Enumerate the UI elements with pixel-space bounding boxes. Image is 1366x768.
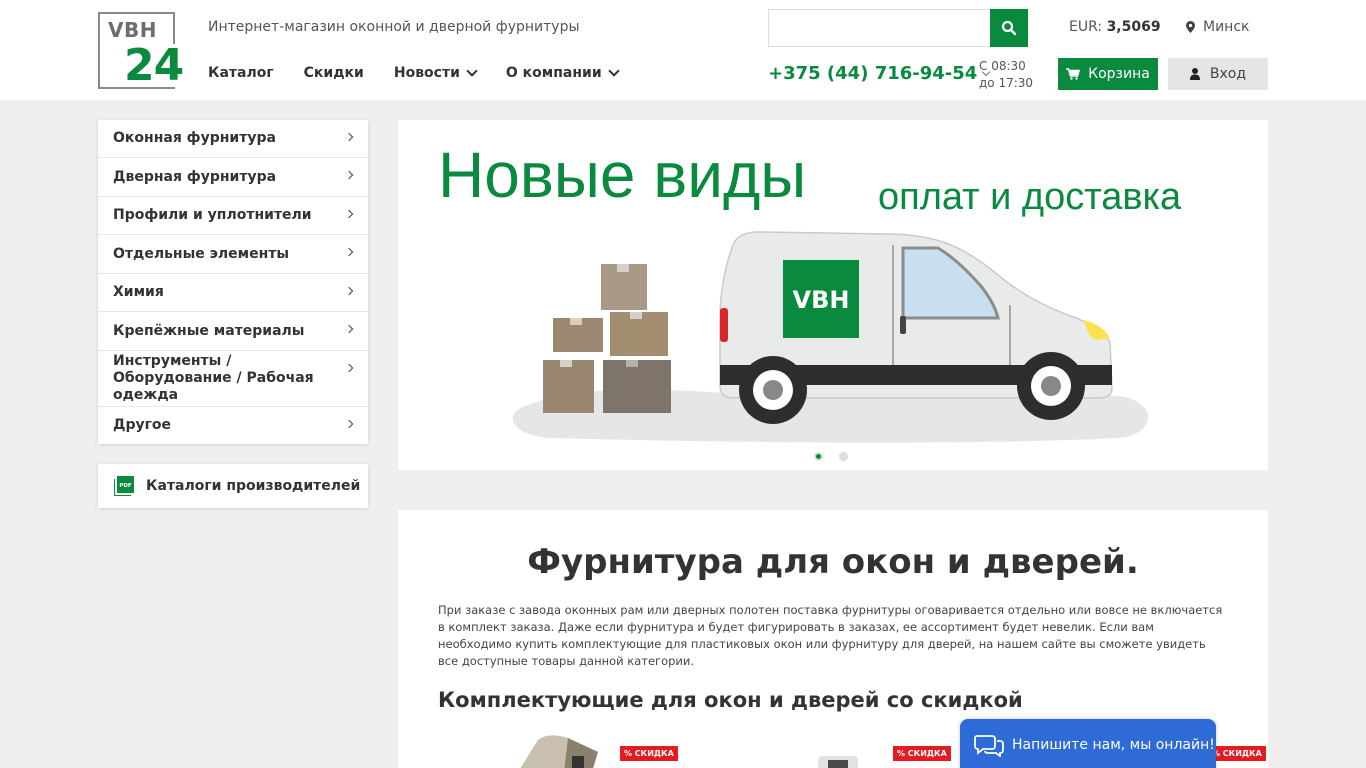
- sidebar-item-label: Отдельные элементы: [113, 245, 290, 262]
- chevron-right-icon: [344, 247, 354, 257]
- currency-value: 3,5069: [1106, 19, 1161, 35]
- chevron-right-icon: [344, 286, 354, 296]
- discount-badge: % СКИДКА: [893, 746, 951, 761]
- sidebar-item-label: Инструменты / Оборудование / Рабочая оде…: [113, 353, 314, 403]
- phone-number[interactable]: +375 (44) 716-94-54: [768, 63, 991, 84]
- discount-badge: % СКИДКА: [1208, 746, 1266, 761]
- sidebar-item-separate-elements[interactable]: Отдельные элементы: [98, 235, 368, 274]
- currency-label: EUR:: [1069, 19, 1103, 35]
- pdf-icon: PDF: [114, 476, 134, 496]
- search-button[interactable]: [990, 9, 1028, 47]
- sidebar-item-door-hardware[interactable]: Дверная фурнитура: [98, 158, 368, 197]
- map-pin-icon: [1186, 21, 1195, 33]
- chevron-right-icon: [344, 363, 354, 373]
- sidebar-item-window-hardware[interactable]: Оконная фурнитура: [98, 120, 368, 158]
- hours-to: до 17:30: [979, 76, 1034, 90]
- search-input[interactable]: [768, 9, 990, 47]
- nav-item-discounts[interactable]: Скидки: [304, 65, 364, 81]
- login-button[interactable]: Вход: [1168, 58, 1268, 90]
- category-sidebar: Оконная фурнитура Дверная фурнитура Проф…: [98, 120, 368, 444]
- chevron-down-icon: [608, 65, 620, 77]
- sidebar-item-label: Химия: [113, 284, 164, 300]
- sidebar-item-tools[interactable]: Инструменты / Оборудование / Рабочая оде…: [98, 351, 368, 407]
- sidebar-item-profiles-seals[interactable]: Профили и уплотнители: [98, 197, 368, 235]
- logo-text-bottom: 24: [124, 40, 184, 91]
- discount-badge: % СКИДКА: [620, 746, 678, 761]
- chat-bubbles-icon: [974, 735, 1004, 757]
- chevron-right-icon: [344, 132, 354, 142]
- nav-label: О компании: [505, 65, 602, 81]
- promo-banner[interactable]: Новые виды оплат и доставка VBH: [398, 120, 1268, 470]
- van-illustration: VBH: [719, 231, 1113, 424]
- product-image-cylinder[interactable]: [508, 732, 618, 768]
- slider-dot-1[interactable]: [814, 452, 823, 461]
- van-logo-text: VBH: [793, 286, 850, 314]
- intro-paragraph: При заказе с завода оконных рам или двер…: [438, 603, 1223, 668]
- cart-icon: [1066, 68, 1081, 80]
- user-icon: [1189, 68, 1200, 80]
- nav-label: Скидки: [303, 65, 364, 81]
- slider-dots: [814, 452, 848, 461]
- sidebar-item-fasteners[interactable]: Крепёжные материалы: [98, 312, 368, 351]
- site-logo[interactable]: VBH 24: [98, 12, 184, 90]
- main-nav: Каталог Скидки Новости О компании: [208, 65, 620, 81]
- sidebar-item-label: Дверная фурнитура: [113, 168, 277, 185]
- login-label: Вход: [1209, 66, 1247, 82]
- chevron-right-icon: [344, 419, 354, 429]
- working-hours: С 08:30 до 17:30: [979, 58, 1033, 92]
- sidebar-item-label: Профили и уплотнители: [113, 207, 312, 223]
- chevron-down-icon: [466, 65, 478, 77]
- logo-text-top: VBH: [108, 18, 157, 42]
- boxes-illustration: [543, 264, 671, 413]
- site-tagline: Интернет-магазин оконной и дверной фурни…: [208, 19, 580, 35]
- site-header: VBH 24 Интернет-магазин оконной и дверно…: [0, 0, 1366, 100]
- chat-label: Напишите нам, мы онлайн!: [1012, 737, 1215, 753]
- product-image-handle[interactable]: [808, 746, 868, 768]
- currency-rate: EUR: 3,5069: [1069, 19, 1161, 35]
- chevron-right-icon: [344, 170, 354, 180]
- chevron-right-icon: [344, 209, 354, 219]
- delivery-illustration: VBH: [512, 231, 1148, 443]
- search-bar: [768, 9, 1028, 47]
- manufacturer-catalogs-link[interactable]: PDF Каталоги производителей: [98, 464, 368, 508]
- nav-item-news[interactable]: Новости: [393, 65, 478, 81]
- city-label: Минск: [1203, 19, 1250, 35]
- page-title: Фурнитура для окон и дверей.: [527, 542, 1139, 582]
- nav-item-about[interactable]: О компании: [505, 65, 620, 81]
- catalogs-label: Каталоги производителей: [146, 478, 361, 494]
- sidebar-item-other[interactable]: Другое: [98, 407, 368, 444]
- search-icon: [1001, 20, 1017, 36]
- nav-label: Каталог: [208, 65, 274, 81]
- cart-label: Корзина: [1088, 66, 1150, 82]
- slider-dot-2[interactable]: [839, 452, 848, 461]
- section-heading: Комплектующие для окон и дверей со скидк…: [438, 688, 1023, 712]
- pdf-icon-text: PDF: [119, 483, 132, 489]
- city-selector[interactable]: Минск: [1186, 19, 1249, 35]
- nav-label: Новости: [393, 65, 460, 81]
- chevron-right-icon: [344, 324, 354, 334]
- sidebar-item-label: Крепёжные материалы: [113, 322, 305, 339]
- cart-button[interactable]: Корзина: [1058, 58, 1158, 90]
- hours-from: С 08:30: [979, 59, 1026, 73]
- sidebar-item-label: Другое: [113, 417, 172, 433]
- sidebar-item-label: Оконная фурнитура: [113, 130, 276, 146]
- phone-text: +375 (44) 716-94-54: [768, 63, 978, 84]
- online-chat-button[interactable]: Напишите нам, мы онлайн!: [960, 719, 1216, 768]
- nav-item-catalog[interactable]: Каталог: [208, 65, 274, 81]
- sidebar-item-chemistry[interactable]: Химия: [98, 274, 368, 312]
